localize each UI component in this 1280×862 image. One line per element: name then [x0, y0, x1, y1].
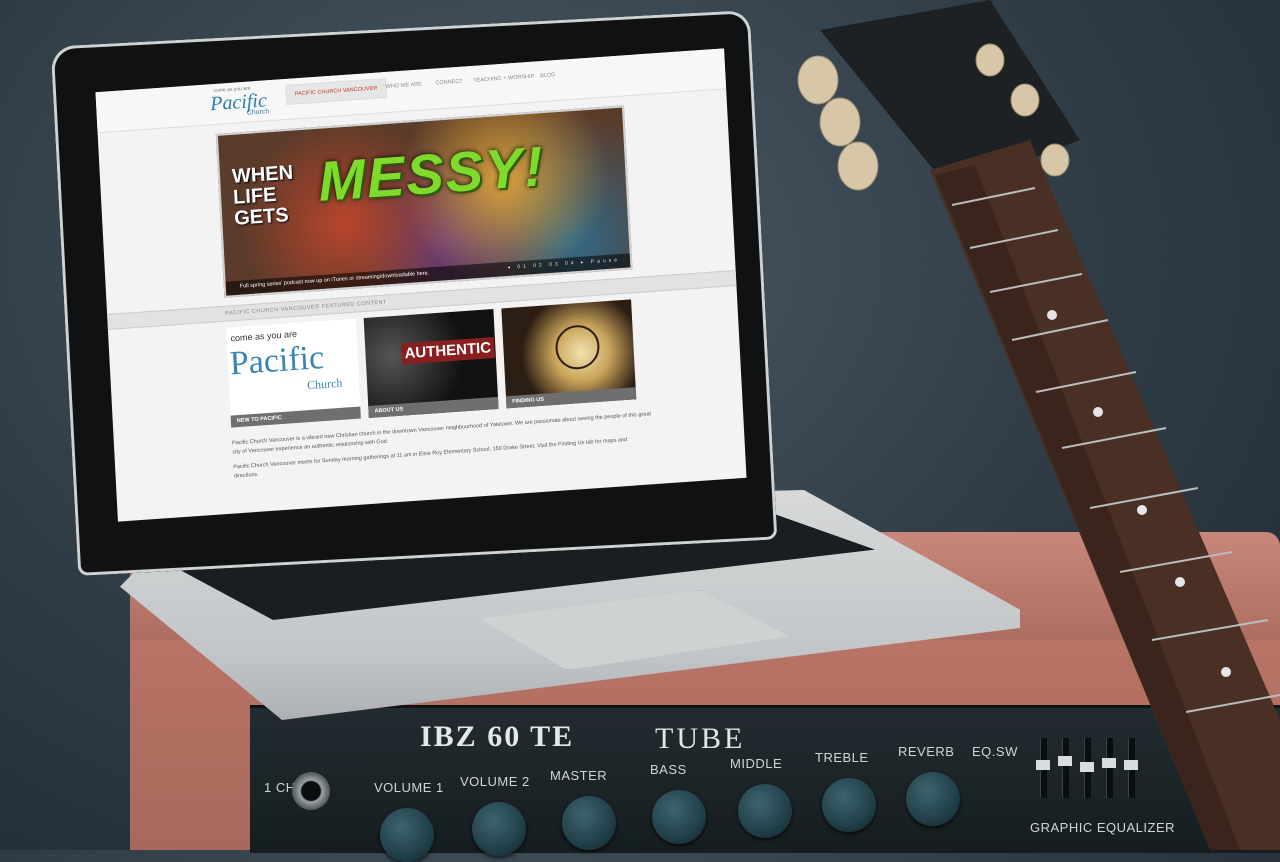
- site-logo-sub: Church: [246, 108, 270, 117]
- hero-caption[interactable]: Full spring series' podcast now up on iT…: [240, 270, 430, 289]
- amp-brand: IBZ 60 TE: [420, 720, 575, 753]
- slideshow-controls[interactable]: ◂ 01 02 03 04 ▸ Pause: [507, 257, 620, 271]
- tile-caption-about: ABOUT US: [374, 406, 404, 415]
- label-master: MASTER: [550, 768, 608, 783]
- tile-about-us[interactable]: AUTHENTIC ABOUT US: [363, 309, 499, 418]
- nav-teaching-worship[interactable]: TEACHING + WORSHIP: [473, 74, 534, 84]
- tile-authentic-text: AUTHENTIC: [401, 337, 495, 365]
- label-volume2: VOLUME 2: [460, 774, 530, 789]
- nav-who-we-are[interactable]: WHO WE ARE: [385, 81, 422, 90]
- volume2-knob[interactable]: [472, 802, 526, 856]
- channel-label: 1 CH: [264, 780, 296, 795]
- label-middle: MIDDLE: [730, 756, 783, 771]
- hero-messy-text: MESSY!: [316, 134, 547, 213]
- tile-new-to-pacific[interactable]: come as you are Pacific Church NEW TO PA…: [225, 318, 361, 428]
- nav-blog[interactable]: BLOG: [540, 72, 556, 79]
- bass-knob[interactable]: [652, 790, 706, 844]
- hero-when-life-gets: WHEN LIFE GETS: [231, 161, 294, 230]
- acoustic-guitar: [797, 0, 1280, 850]
- featured-content-label: PACIFIC CHURCH VANCOUVER FEATURED CONTEN…: [225, 299, 388, 317]
- tile-finding-us[interactable]: FINDING US: [501, 299, 637, 409]
- tile-church-text: Church: [306, 375, 343, 393]
- volume1-knob[interactable]: [380, 808, 434, 862]
- amp-tube-label: TUBE: [655, 722, 746, 755]
- nav-pacific-church-vancouver[interactable]: PACIFIC CHURCH VANCOUVER: [285, 77, 387, 105]
- tile-pacific-logo: Pacific: [228, 338, 326, 383]
- compass-icon: [554, 323, 601, 371]
- master-knob[interactable]: [562, 796, 616, 850]
- hero-banner[interactable]: WHEN LIFE GETS MESSY! Full spring series…: [215, 105, 633, 298]
- label-volume1: VOLUME 1: [374, 780, 444, 795]
- input-jack[interactable]: [292, 772, 330, 810]
- laptop-screen: come as you are Pacific Church PACIFIC C…: [95, 48, 747, 522]
- guitar-fretboard-edge: [935, 165, 1240, 850]
- nav-connect[interactable]: CONNECT: [435, 79, 462, 87]
- tile-caption-finding: FINDING US: [512, 396, 545, 405]
- tile-caption-new: NEW TO PACIFIC: [236, 415, 282, 425]
- label-bass: BASS: [650, 762, 687, 777]
